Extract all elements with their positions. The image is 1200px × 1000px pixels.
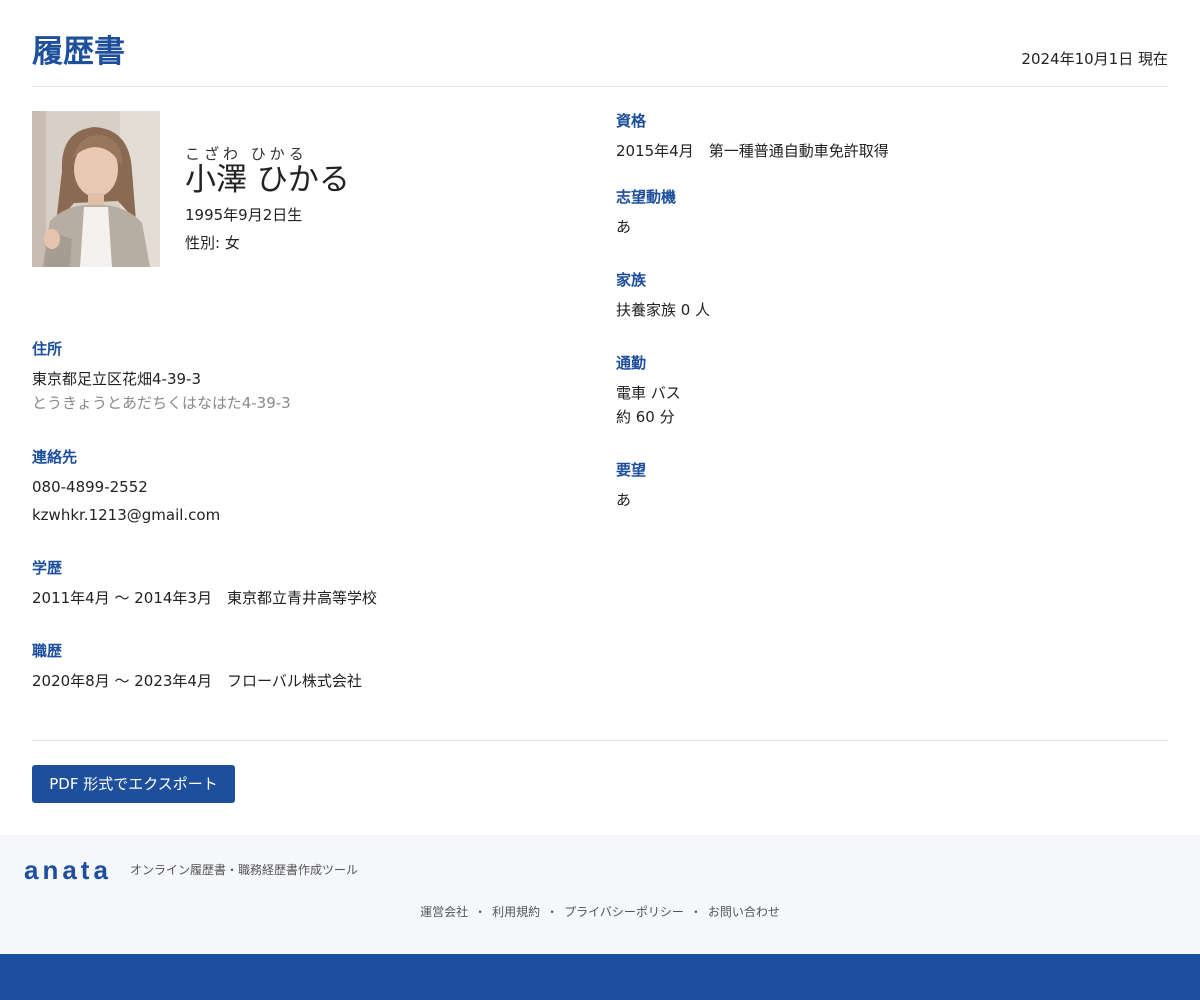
portrait-image — [32, 111, 160, 267]
work-label: 職歴 — [32, 642, 63, 660]
address-section: 住所 東京都足立区花畑4-39-3 とうきょうとあだちくはなはた4-39-3 — [32, 339, 291, 415]
address-kana: とうきょうとあだちくはなはた4-39-3 — [32, 394, 291, 412]
requests-section: 要望 あ — [616, 460, 646, 512]
education-entry: 2011年4月 〜 2014年3月 東京都立青井高等学校 — [32, 589, 377, 607]
footer-link-privacy[interactable]: プライバシーポリシー — [564, 905, 684, 919]
footer-separator: ・ — [689, 905, 702, 919]
brand-logo[interactable]: anata — [24, 855, 112, 885]
page-header: 履歴書 2024年10月1日 現在 — [32, 32, 1168, 87]
name-furigana: こざわ ひかる — [185, 145, 308, 163]
requests-value: あ — [616, 491, 632, 509]
export-pdf-button[interactable]: PDF 形式でエクスポート — [32, 765, 235, 803]
education-label: 学歴 — [32, 559, 63, 577]
page-title: 履歴書 — [32, 34, 125, 70]
qualification-entry: 2015年4月 第一種普通自動車免許取得 — [616, 142, 889, 160]
qualifications-section: 資格 2015年4月 第一種普通自動車免許取得 — [616, 111, 889, 163]
full-name: 小澤 ひかる — [185, 162, 350, 198]
contact-section: 連絡先 080-4899-2552 kzwhkr.1213@gmail.com — [32, 447, 220, 527]
as-of-date: 2024年10月1日 現在 — [1021, 50, 1168, 68]
commute-time: 約 60 分 — [616, 408, 675, 426]
family-label: 家族 — [616, 271, 647, 289]
gender: 性別: 女 — [185, 234, 240, 252]
work-entry: 2020年8月 〜 2023年4月 フローバル株式会社 — [32, 672, 362, 690]
commute-method: 電車 バス — [616, 384, 681, 402]
family-value: 扶養家族 0 人 — [616, 301, 711, 319]
work-section: 職歴 2020年8月 〜 2023年4月 フローバル株式会社 — [32, 641, 362, 693]
commute-section: 通勤 電車 バス 約 60 分 — [616, 353, 681, 429]
footer-link-contact[interactable]: お問い合わせ — [708, 905, 780, 919]
brand-tagline: オンライン履歴書・職務経歴書作成ツール — [130, 863, 359, 877]
footer-separator: ・ — [474, 905, 487, 919]
footer-links: 運営会社・利用規約・プライバシーポリシー・お問い合わせ — [0, 903, 1200, 921]
footer-link-company[interactable]: 運営会社 — [420, 905, 468, 919]
address-value: 東京都足立区花畑4-39-3 — [32, 370, 201, 388]
commute-label: 通勤 — [616, 354, 647, 372]
education-section: 学歴 2011年4月 〜 2014年3月 東京都立青井高等学校 — [32, 558, 377, 610]
footer: anata オンライン履歴書・職務経歴書作成ツール 運営会社・利用規約・プライバ… — [0, 835, 1200, 954]
motivation-section: 志望動機 あ — [616, 187, 676, 239]
motivation-label: 志望動機 — [616, 188, 677, 206]
contact-email: kzwhkr.1213@gmail.com — [32, 506, 221, 524]
content-divider — [32, 740, 1168, 741]
family-section: 家族 扶養家族 0 人 — [616, 270, 710, 322]
profile-photo — [32, 111, 160, 267]
footer-link-terms[interactable]: 利用規約 — [492, 905, 540, 919]
contact-phone: 080-4899-2552 — [32, 478, 148, 496]
address-label: 住所 — [32, 340, 63, 358]
footer-separator: ・ — [546, 905, 559, 919]
motivation-value: あ — [616, 218, 632, 236]
bottom-bar — [0, 954, 1200, 1000]
birth-date: 1995年9月2日生 — [185, 206, 303, 224]
requests-label: 要望 — [616, 461, 647, 479]
qualifications-label: 資格 — [616, 112, 647, 130]
name-block: こざわ ひかる 小澤 ひかる 1995年9月2日生 性別: 女 — [185, 144, 350, 254]
contact-label: 連絡先 — [32, 448, 78, 466]
